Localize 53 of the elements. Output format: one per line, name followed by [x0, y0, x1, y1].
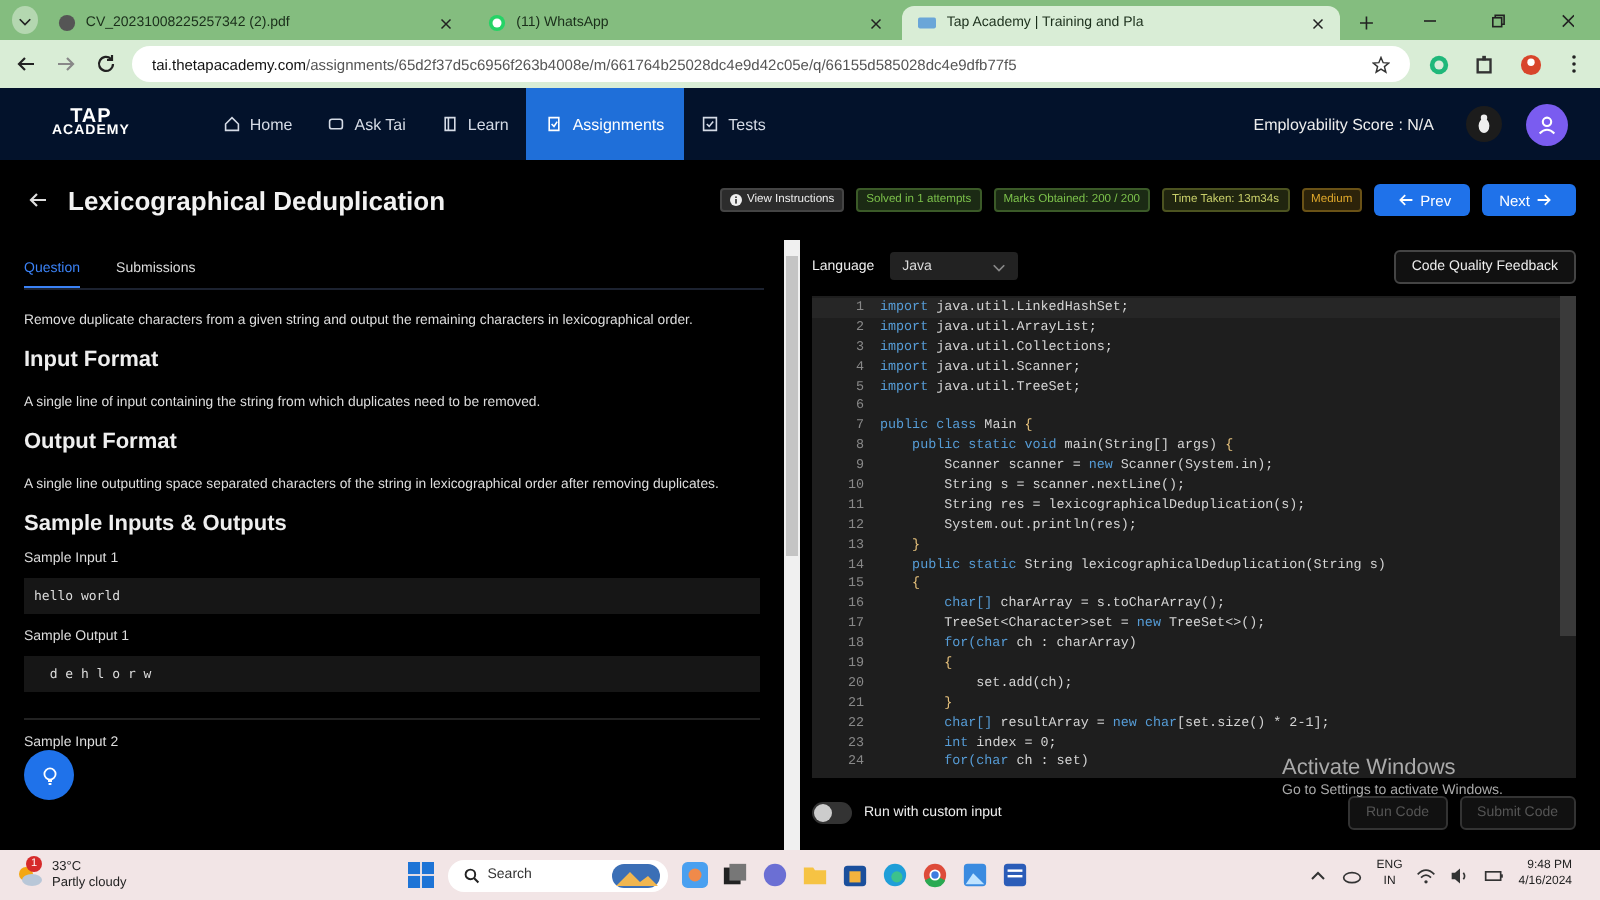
photos-icon[interactable]: [961, 862, 988, 888]
scrollbar[interactable]: [784, 240, 800, 850]
landscape-icon: [611, 863, 660, 887]
chat-icon: [328, 116, 345, 132]
chrome-icon[interactable]: [921, 862, 948, 888]
activation-title: Activate Windows: [1282, 756, 1458, 780]
book-icon: [441, 116, 458, 132]
task-view-icon[interactable]: [721, 862, 748, 888]
search-icon: [463, 867, 480, 883]
checkbox-icon: [702, 116, 719, 132]
section-heading: Sample Inputs & Outputs: [24, 512, 289, 536]
site-icon: [918, 14, 937, 32]
lightbulb-icon: [39, 765, 59, 785]
arrow-right-icon: [1536, 191, 1552, 207]
nav-tab[interactable]: Tests: [684, 88, 784, 160]
chat-icon: [488, 14, 507, 32]
back-arrow-icon[interactable]: [28, 190, 48, 210]
battery-icon[interactable]: [1484, 865, 1505, 885]
nav-tab[interactable]: Learn: [423, 88, 527, 160]
nav-tab[interactable]: Home: [205, 88, 311, 160]
avatar-icon[interactable]: [1526, 103, 1568, 145]
caret-icon: [992, 259, 1007, 273]
reload-icon[interactable]: [96, 54, 116, 74]
nav-tab[interactable]: Assignments: [526, 88, 685, 160]
wifi-icon[interactable]: [1416, 865, 1437, 885]
code-editor[interactable]: [812, 296, 1576, 778]
tab-search-icon[interactable]: [12, 6, 38, 34]
close-icon[interactable]: [1561, 14, 1574, 28]
bookmark-star-icon[interactable]: [1372, 55, 1390, 73]
section-heading: Output Format: [24, 430, 179, 454]
forward-icon[interactable]: [56, 54, 76, 74]
start-icon[interactable]: [407, 862, 434, 888]
toggle-switch[interactable]: [812, 801, 852, 823]
home-icon: [223, 116, 240, 132]
nav-tab[interactable]: Ask Tai: [310, 88, 424, 160]
section-heading: Input Format: [24, 348, 161, 372]
restore-icon[interactable]: [1492, 14, 1506, 28]
arrow-left-icon: [1398, 191, 1415, 207]
employability-score: Employability Score : N/A: [1253, 115, 1434, 133]
word-icon[interactable]: [1001, 862, 1028, 888]
close-icon[interactable]: [440, 17, 453, 29]
profile-avatar-icon[interactable]: [1520, 53, 1542, 75]
new-tab-icon[interactable]: [1360, 16, 1374, 30]
back-icon[interactable]: [16, 54, 36, 74]
minimize-icon[interactable]: [1423, 14, 1437, 28]
close-icon[interactable]: [1312, 17, 1325, 29]
lightbulb-button[interactable]: [24, 750, 74, 800]
scrollbar[interactable]: [1560, 296, 1576, 636]
problem-title: Lexicographical Deduplication: [68, 185, 446, 215]
clipboard-icon: [546, 116, 563, 132]
close-icon[interactable]: [870, 17, 883, 29]
info-icon: [730, 194, 743, 206]
speaker-icon[interactable]: [1450, 865, 1471, 885]
